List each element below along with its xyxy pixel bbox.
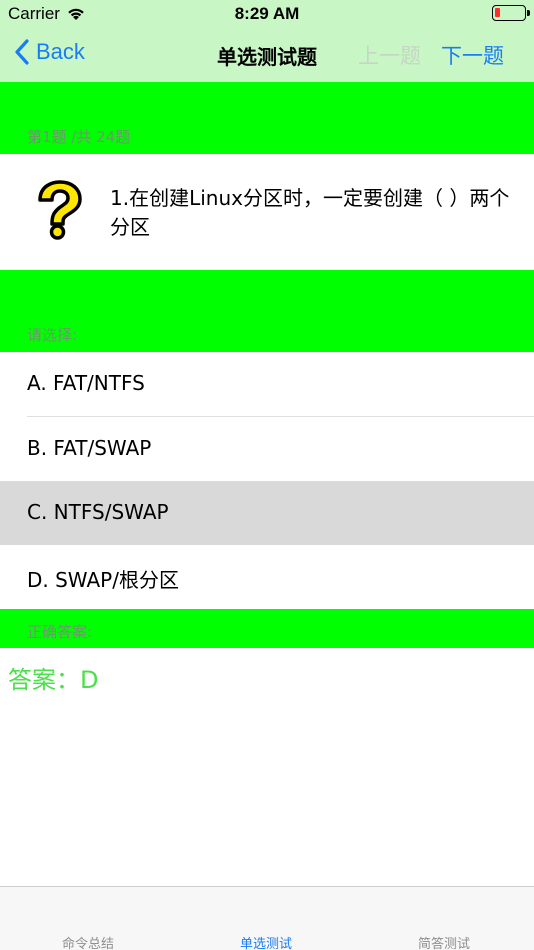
question-counter-band: 第1题 /共 24题 <box>0 82 534 154</box>
option-d[interactable]: D. SWAP/根分区 <box>0 545 534 609</box>
option-a[interactable]: A. FAT/NTFS <box>0 352 534 416</box>
status-bar: Carrier 8:29 AM <box>0 0 534 26</box>
tab-command-summary[interactable]: 命令总结 <box>62 933 114 950</box>
previous-question-button[interactable]: 上一题 <box>358 40 421 70</box>
option-label: A. FAT/NTFS <box>27 371 145 395</box>
next-question-button[interactable]: 下一题 <box>441 40 504 70</box>
choice-prompt: 请选择: <box>27 326 78 344</box>
answer-header-band: 正确答案: <box>0 609 534 648</box>
option-label: B. FAT/SWAP <box>27 436 152 460</box>
answer-header: 正确答案: <box>27 623 93 641</box>
question-panel: 1.在创建Linux分区时，一定要创建（ ）两个分区 <box>0 154 534 270</box>
answer-text: 答案：D <box>8 666 99 694</box>
battery-icon <box>492 5 530 21</box>
option-label: C. NTFS/SWAP <box>27 500 169 524</box>
question-mark-icon <box>38 180 82 240</box>
tab-bar: 命令总结 单选测试 简答测试 <box>0 886 534 950</box>
option-label: D. SWAP/根分区 <box>27 568 179 592</box>
option-b[interactable]: B. FAT/SWAP <box>0 417 534 481</box>
question-text: 1.在创建Linux分区时，一定要创建（ ）两个分区 <box>110 186 510 239</box>
clock: 8:29 AM <box>234 4 300 23</box>
tab-short-answer-test[interactable]: 简答测试 <box>418 933 470 950</box>
navigation-bar: Back 单选测试题 上一题 下一题 <box>0 26 534 82</box>
tab-single-choice-test[interactable]: 单选测试 <box>240 933 292 950</box>
option-c[interactable]: C. NTFS/SWAP <box>0 481 534 545</box>
question-counter: 第1题 /共 24题 <box>27 128 131 146</box>
choice-prompt-band: 请选择: <box>0 270 534 352</box>
battery-level <box>495 8 500 17</box>
